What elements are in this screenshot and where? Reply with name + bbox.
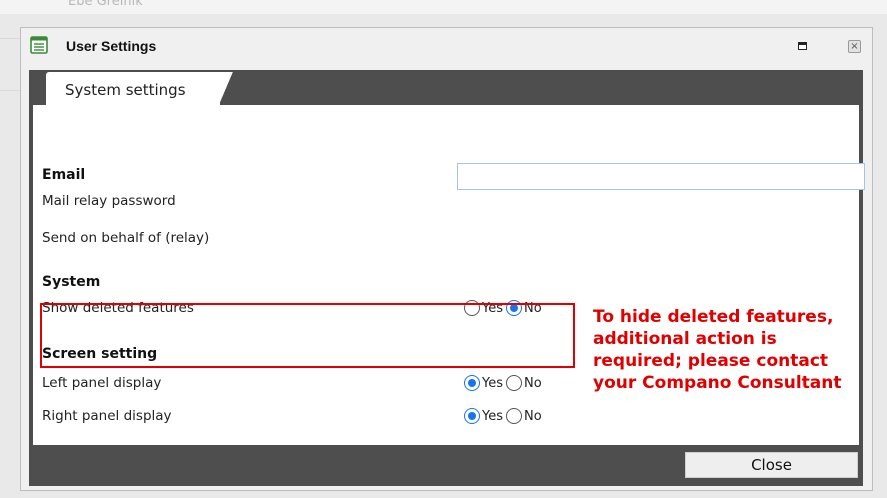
- radio-label-no: No: [524, 375, 542, 391]
- section-title-system: System: [42, 274, 101, 290]
- radio-label-yes: Yes: [482, 408, 503, 424]
- right-panel-no-radio[interactable]: [506, 408, 522, 424]
- mail-relay-password-label: Mail relay password: [42, 193, 176, 209]
- close-icon[interactable]: ×: [848, 40, 861, 53]
- tab-label: System settings: [65, 81, 186, 99]
- right-panel-yes-radio[interactable]: [464, 408, 480, 424]
- maximize-icon[interactable]: [798, 42, 807, 50]
- radio-label-yes: Yes: [482, 375, 503, 391]
- dialog-title: User Settings: [66, 38, 157, 54]
- highlight-box: [40, 303, 575, 368]
- background-user-name: Ebe Greinik: [68, 0, 143, 9]
- background-window-strip: Ebe Greinik: [0, 0, 887, 14]
- mail-relay-password-field[interactable]: [457, 163, 865, 190]
- tab-corner: [219, 72, 233, 105]
- settings-panel: Email Mail relay password Send on behalf…: [33, 105, 865, 445]
- left-panel-display-label: Left panel display: [42, 375, 162, 391]
- annotation-note: To hide deleted features, additional act…: [593, 307, 842, 393]
- list-window-icon: [30, 36, 48, 54]
- tab-system-settings[interactable]: System settings: [46, 72, 220, 105]
- dialog-titlebar[interactable]: User Settings ×: [21, 28, 872, 66]
- section-title-email: Email: [42, 167, 86, 183]
- left-panel-no-radio[interactable]: [506, 375, 522, 391]
- user-settings-dialog: User Settings × System settings Email Ma…: [20, 27, 873, 491]
- dialog-frame: System settings Email Mail relay passwor…: [29, 70, 865, 486]
- radio-label-no: No: [524, 408, 542, 424]
- send-on-behalf-label: Send on behalf of (relay): [42, 230, 210, 246]
- left-panel-display-radio-group: Yes No: [464, 374, 545, 392]
- right-panel-display-radio-group: Yes No: [464, 407, 545, 425]
- right-panel-display-label: Right panel display: [42, 408, 172, 424]
- close-button[interactable]: Close: [685, 452, 858, 478]
- left-panel-yes-radio[interactable]: [464, 375, 480, 391]
